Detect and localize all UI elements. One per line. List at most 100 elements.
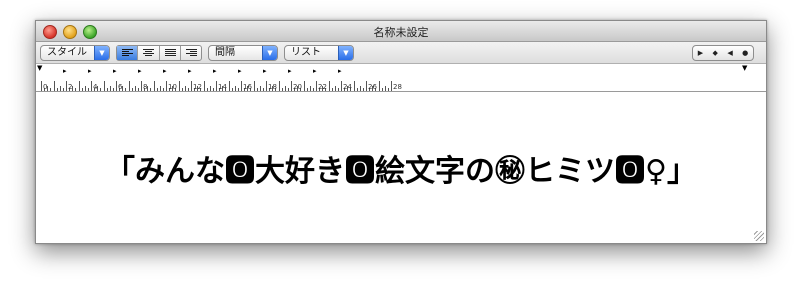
align-justify-icon	[164, 49, 176, 57]
tab-stop-controls[interactable]: ▶ ◆ ◀ ●	[692, 45, 754, 61]
left-tab-icon[interactable]: ◀	[727, 46, 732, 60]
ruler-tick	[238, 88, 239, 91]
ruler-tick	[391, 81, 392, 91]
ruler-tick	[150, 88, 151, 91]
right-tab-icon[interactable]: ▶	[698, 46, 703, 60]
ruler-tick	[388, 88, 389, 91]
ruler-tick	[382, 88, 383, 91]
ruler-number: 26	[368, 83, 377, 91]
ruler-tick	[154, 81, 155, 91]
ruler-tick	[185, 86, 186, 91]
ruler-tick	[116, 81, 117, 91]
ruler-tick	[110, 86, 111, 91]
ruler-tick	[288, 88, 289, 91]
document-text[interactable]: 「みんな🅾大好き🅾絵文字の㊙ヒミツ🅾♀」	[36, 146, 766, 190]
tab-stop-icon[interactable]: ▸	[238, 68, 242, 75]
ruler-tick	[107, 88, 108, 91]
ruler-tick	[79, 81, 80, 91]
align-left-button[interactable]	[117, 46, 139, 60]
ruler-tick	[232, 88, 233, 91]
ruler-tick	[100, 88, 101, 91]
ruler-tick	[104, 81, 105, 91]
ruler-tick	[332, 88, 333, 91]
ruler-tick	[363, 88, 364, 91]
ruler-tick	[229, 81, 230, 91]
ruler-tick	[160, 86, 161, 91]
ruler-tick	[63, 88, 64, 91]
ruler-tick	[210, 86, 211, 91]
ruler-tick	[113, 88, 114, 91]
tab-stop-icon[interactable]: ▸	[338, 68, 342, 75]
ruler-tick	[338, 88, 339, 91]
ruler-tick	[254, 81, 255, 91]
ruler-tick	[60, 86, 61, 91]
ruler-tick	[241, 81, 242, 91]
ruler-number: 0	[43, 83, 48, 91]
ruler-tick	[188, 88, 189, 91]
ruler-tick	[141, 81, 142, 91]
ruler-tick	[341, 81, 342, 91]
align-center-icon	[143, 49, 155, 57]
ruler-number: 4	[93, 83, 98, 91]
ruler-tick	[182, 88, 183, 91]
ruler-number: 12	[193, 83, 202, 91]
ruler-tick	[291, 81, 292, 91]
ruler-number: 14	[218, 83, 227, 91]
ruler-tick	[313, 88, 314, 91]
ruler-number: 16	[243, 83, 252, 91]
tab-stop-icon[interactable]: ▸	[113, 68, 117, 75]
align-justify-button[interactable]	[160, 46, 181, 60]
document-area[interactable]: 「みんな🅾大好き🅾絵文字の㊙ヒミツ🅾♀」	[36, 92, 766, 243]
ruler-tick	[310, 86, 311, 91]
style-popup-label: スタイル	[47, 47, 87, 58]
ruler-tick	[257, 88, 258, 91]
tab-stop-icon[interactable]: ▸	[138, 68, 142, 75]
ruler-number: 10	[168, 83, 177, 91]
ruler-tick	[282, 88, 283, 91]
align-right-button[interactable]	[181, 46, 201, 60]
ruler-number: 28	[393, 83, 402, 91]
ruler-tick	[135, 86, 136, 91]
ruler[interactable]: ▼ ▼ ▸ ▸ ▸ ▸ ▸ ▸ ▸ ▸ ▸ ▸ ▸ ▸ 0 2 4 6 8 10 12 14 16 18 20 22 24 26 2…	[36, 64, 766, 92]
tab-stop-icon[interactable]: ▸	[288, 68, 292, 75]
ruler-tick	[354, 81, 355, 91]
tab-stop-icon[interactable]: ▸	[188, 68, 192, 75]
tab-stop-icon[interactable]: ▸	[63, 68, 67, 75]
tab-stop-icon[interactable]: ▸	[213, 68, 217, 75]
tab-stop-icon[interactable]: ▸	[313, 68, 317, 75]
align-center-button[interactable]	[138, 46, 160, 60]
spacing-popup-label: 間隔	[215, 47, 235, 58]
ruler-tick	[66, 81, 67, 91]
ruler-tick	[163, 88, 164, 91]
style-popup[interactable]: スタイル ▼	[40, 45, 110, 61]
ruler-tick	[235, 86, 236, 91]
tab-stop-icon[interactable]: ▸	[263, 68, 267, 75]
tab-stop-icon[interactable]: ▸	[163, 68, 167, 75]
ruler-number: 18	[268, 83, 277, 91]
list-popup[interactable]: リスト ▼	[284, 45, 354, 61]
align-left-icon	[122, 49, 133, 57]
dropdown-arrow-icon: ▼	[94, 46, 109, 60]
center-tab-icon[interactable]: ●	[742, 46, 748, 60]
tab-stop-icon[interactable]: ▸	[88, 68, 92, 75]
ruler-tick	[125, 88, 126, 91]
resize-grip-icon[interactable]	[754, 231, 764, 241]
text-editor-window: 名称未設定 スタイル ▼ 間隔 ▼ リスト ▼ ▶ ◆ ◀ ● ▼ ▼ ▸ ▸ …	[35, 20, 767, 244]
ruler-tick	[50, 88, 51, 91]
decimal-tab-icon[interactable]: ◆	[713, 46, 718, 60]
ruler-tick	[216, 81, 217, 91]
ruler-tick	[91, 81, 92, 91]
ruler-tick	[191, 81, 192, 91]
title-bar[interactable]: 名称未設定	[36, 21, 766, 42]
dropdown-arrow-icon: ▼	[262, 46, 277, 60]
ruler-tick	[166, 81, 167, 91]
ruler-tick	[279, 81, 280, 91]
left-margin-marker-icon[interactable]: ▼	[37, 65, 42, 72]
right-margin-marker-icon[interactable]: ▼	[742, 65, 747, 72]
ruler-number: 8	[143, 83, 148, 91]
ruler-tick	[41, 81, 42, 91]
ruler-tick	[335, 86, 336, 91]
ruler-tick	[57, 88, 58, 91]
spacing-popup[interactable]: 間隔 ▼	[208, 45, 278, 61]
alignment-segmented-control	[116, 45, 202, 61]
